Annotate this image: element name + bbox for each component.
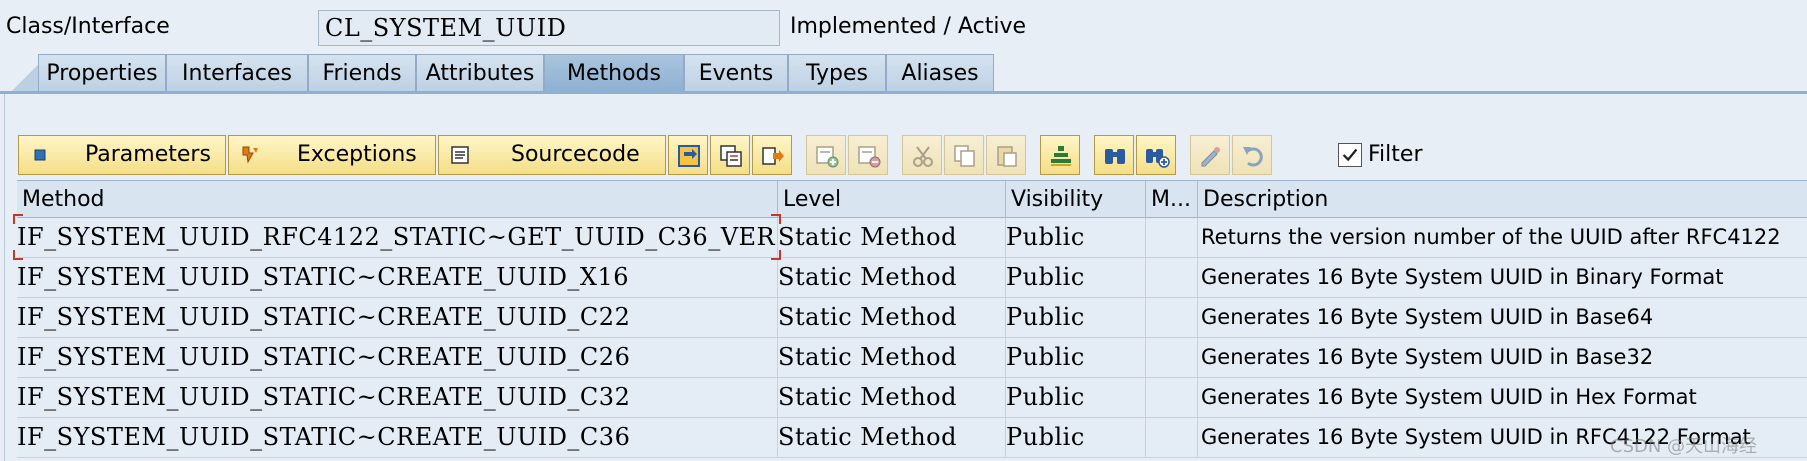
header-row: Class/Interface CL_SYSTEM_UUID Implement… [0,0,1807,48]
tab-interfaces[interactable]: Interfaces [166,54,308,92]
navigate-icon [678,145,700,167]
table-row[interactable]: IF_SYSTEM_UUID_STATIC~CREATE_UUID_C32 St… [17,378,1807,418]
tab-aliases[interactable]: Aliases [886,54,994,92]
column-header-method[interactable]: Method [17,181,778,218]
focus-corner [13,214,23,224]
method-cell[interactable]: IF_SYSTEM_UUID_STATIC~CREATE_UUID_C36 [17,418,778,457]
sourcecode-icon [451,146,469,164]
tab-methods[interactable]: Methods [544,54,684,92]
method-cell[interactable]: IF_SYSTEM_UUID_STATIC~CREATE_UUID_C26 [17,338,778,377]
cut-button[interactable] [902,135,942,175]
level-cell[interactable]: Static Method [778,418,1006,457]
tab-properties[interactable]: Properties [38,54,166,92]
visibility-cell[interactable]: Public [1006,338,1146,377]
level-cell[interactable]: Static Method [778,258,1006,297]
exceptions-button[interactable]: Exceptions [228,135,436,175]
insert-row-button[interactable] [806,135,846,175]
move-method-button[interactable] [752,135,792,175]
undo-icon [1243,147,1263,167]
undo-button[interactable] [1232,135,1272,175]
m-cell[interactable] [1146,418,1198,457]
copy-method-icon [720,145,742,167]
paste-icon [997,146,1017,167]
visibility-cell[interactable]: Public [1006,218,1146,257]
filter-checkbox[interactable] [1338,143,1362,167]
m-cell[interactable] [1146,378,1198,417]
delete-row-icon [858,146,881,168]
filter-label: Filter [1368,142,1423,167]
table-row[interactable]: IF_SYSTEM_UUID_STATIC~CREATE_UUID_X16 St… [17,258,1807,298]
tab-attributes[interactable]: Attributes [416,54,544,92]
method-cell[interactable]: IF_SYSTEM_UUID_STATIC~CREATE_UUID_C22 [17,298,778,337]
tab-friends[interactable]: Friends [308,54,416,92]
visibility-cell[interactable]: Public [1006,418,1146,457]
table-header: Method Level Visibility M... Description [17,180,1807,218]
visibility-cell[interactable]: Public [1006,378,1146,417]
watermark: CSDN @天山海经 [1610,436,1758,457]
find-icon [1105,149,1125,164]
sort-icon [1051,146,1071,166]
column-header-m[interactable]: M... [1146,181,1198,218]
description-cell[interactable]: Generates 16 Byte System UUID in Base32 [1198,338,1807,377]
edit-tools-button[interactable] [1190,135,1230,175]
tab-events[interactable]: Events [684,54,788,92]
insert-row-icon [816,146,839,168]
table-row[interactable]: IF_SYSTEM_UUID_RFC4122_STATIC~GET_UUID_C… [17,218,1807,258]
find-next-icon [1146,149,1170,168]
table-row[interactable]: IF_SYSTEM_UUID_STATIC~CREATE_UUID_C36 St… [17,418,1807,458]
level-cell[interactable]: Static Method [778,338,1006,377]
visibility-cell[interactable]: Public [1006,258,1146,297]
delete-row-button[interactable] [848,135,888,175]
copy-method-button[interactable] [710,135,750,175]
level-cell[interactable]: Static Method [778,298,1006,337]
sourcecode-button[interactable]: Sourcecode [438,135,666,175]
find-next-button[interactable] [1136,135,1176,175]
status-text: Implemented / Active [790,14,1027,39]
method-cell[interactable]: IF_SYSTEM_UUID_STATIC~CREATE_UUID_X16 [17,258,778,297]
column-header-description[interactable]: Description [1198,181,1807,218]
checkmark-icon [1342,148,1358,162]
level-cell[interactable]: Static Method [778,218,1006,257]
exceptions-label: Exceptions [297,142,417,167]
tab-types[interactable]: Types [788,54,886,92]
level-cell[interactable]: Static Method [778,378,1006,417]
description-cell[interactable]: Generates 16 Byte System UUID in Binary … [1198,258,1807,297]
move-method-icon [762,147,784,165]
method-cell[interactable]: IF_SYSTEM_UUID_STATIC~CREATE_UUID_C32 [17,378,778,417]
exceptions-icon [242,146,258,164]
class-name-field[interactable]: CL_SYSTEM_UUID [318,10,780,46]
column-header-visibility[interactable]: Visibility [1006,181,1146,218]
cut-icon [913,146,933,167]
find-button[interactable] [1094,135,1134,175]
toolbar: Parameters Exceptions Sourcecode Filter [18,135,1807,177]
method-cell[interactable]: IF_SYSTEM_UUID_RFC4122_STATIC~GET_UUID_C… [17,218,778,257]
focus-corner [13,250,23,260]
visibility-cell[interactable]: Public [1006,298,1146,337]
m-cell[interactable] [1146,338,1198,377]
focus-corner [771,250,781,260]
sort-button[interactable] [1040,135,1080,175]
paste-button[interactable] [986,135,1026,175]
table-row[interactable]: IF_SYSTEM_UUID_STATIC~CREATE_UUID_C26 St… [17,338,1807,378]
edit-tools-icon [1201,147,1220,167]
navigate-button[interactable] [668,135,708,175]
focus-corner [771,214,781,224]
m-cell[interactable] [1146,298,1198,337]
copy-icon [954,145,975,167]
description-cell[interactable]: Generates 16 Byte System UUID in Base64 [1198,298,1807,337]
description-cell[interactable]: Generates 16 Byte System UUID in Hex For… [1198,378,1807,417]
sourcecode-label: Sourcecode [511,142,640,167]
tabstrip: Properties Interfaces Friends Attributes… [0,50,1807,92]
class-interface-label: Class/Interface [6,14,170,39]
copy-button[interactable] [944,135,984,175]
m-cell[interactable] [1146,258,1198,297]
parameters-label: Parameters [85,142,211,167]
parameters-button[interactable]: Parameters [18,135,226,175]
m-cell[interactable] [1146,218,1198,257]
column-header-level[interactable]: Level [778,181,1006,218]
description-cell[interactable]: Returns the version number of the UUID a… [1198,218,1807,257]
parameters-icon [34,149,46,161]
table-row[interactable]: IF_SYSTEM_UUID_STATIC~CREATE_UUID_C22 St… [17,298,1807,338]
